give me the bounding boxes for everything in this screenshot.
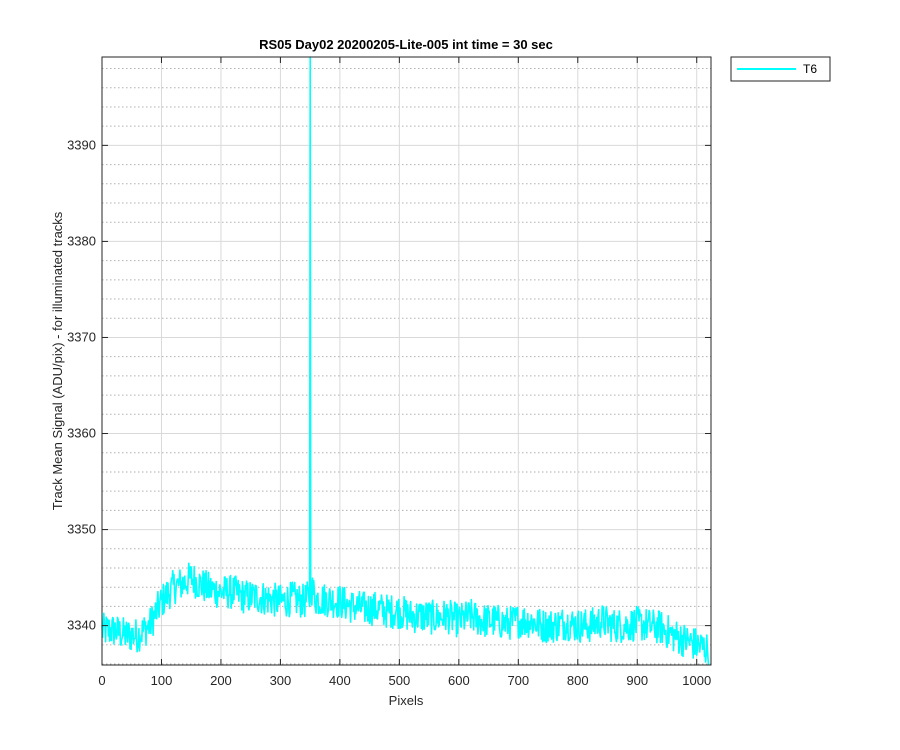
x-tick-label: 700 — [507, 673, 529, 688]
legend: T6 — [730, 56, 831, 82]
x-tick-label: 200 — [210, 673, 232, 688]
x-tick-label: 900 — [626, 673, 648, 688]
x-tick-label: 800 — [567, 673, 589, 688]
x-tick-label: 600 — [448, 673, 470, 688]
x-tick-label: 1000 — [682, 673, 711, 688]
y-axis-label: Track Mean Signal (ADU/pix) - for illumi… — [50, 211, 65, 510]
legend-entry-t6: T6 — [803, 62, 817, 76]
line-chart: 0 100 200 300 400 500 600 700 800 900 1000 3340 335… — [0, 0, 900, 750]
x-tick-label: 100 — [151, 673, 173, 688]
x-axis-label: Pixels — [389, 693, 424, 708]
x-tick-label: 300 — [270, 673, 292, 688]
x-tick-label: 0 — [98, 673, 105, 688]
y-tick-label: 3360 — [67, 426, 96, 441]
y-tick-label: 3370 — [67, 329, 96, 344]
x-tick-label: 400 — [329, 673, 351, 688]
y-tick-label: 3340 — [67, 618, 96, 633]
x-tick-label: 500 — [389, 673, 411, 688]
y-tick-label: 3380 — [67, 233, 96, 248]
chart-title: RS05 Day02 20200205-Lite-005 int time = … — [259, 37, 553, 52]
y-tick-label: 3390 — [67, 137, 96, 152]
y-tick-label: 3350 — [67, 522, 96, 537]
